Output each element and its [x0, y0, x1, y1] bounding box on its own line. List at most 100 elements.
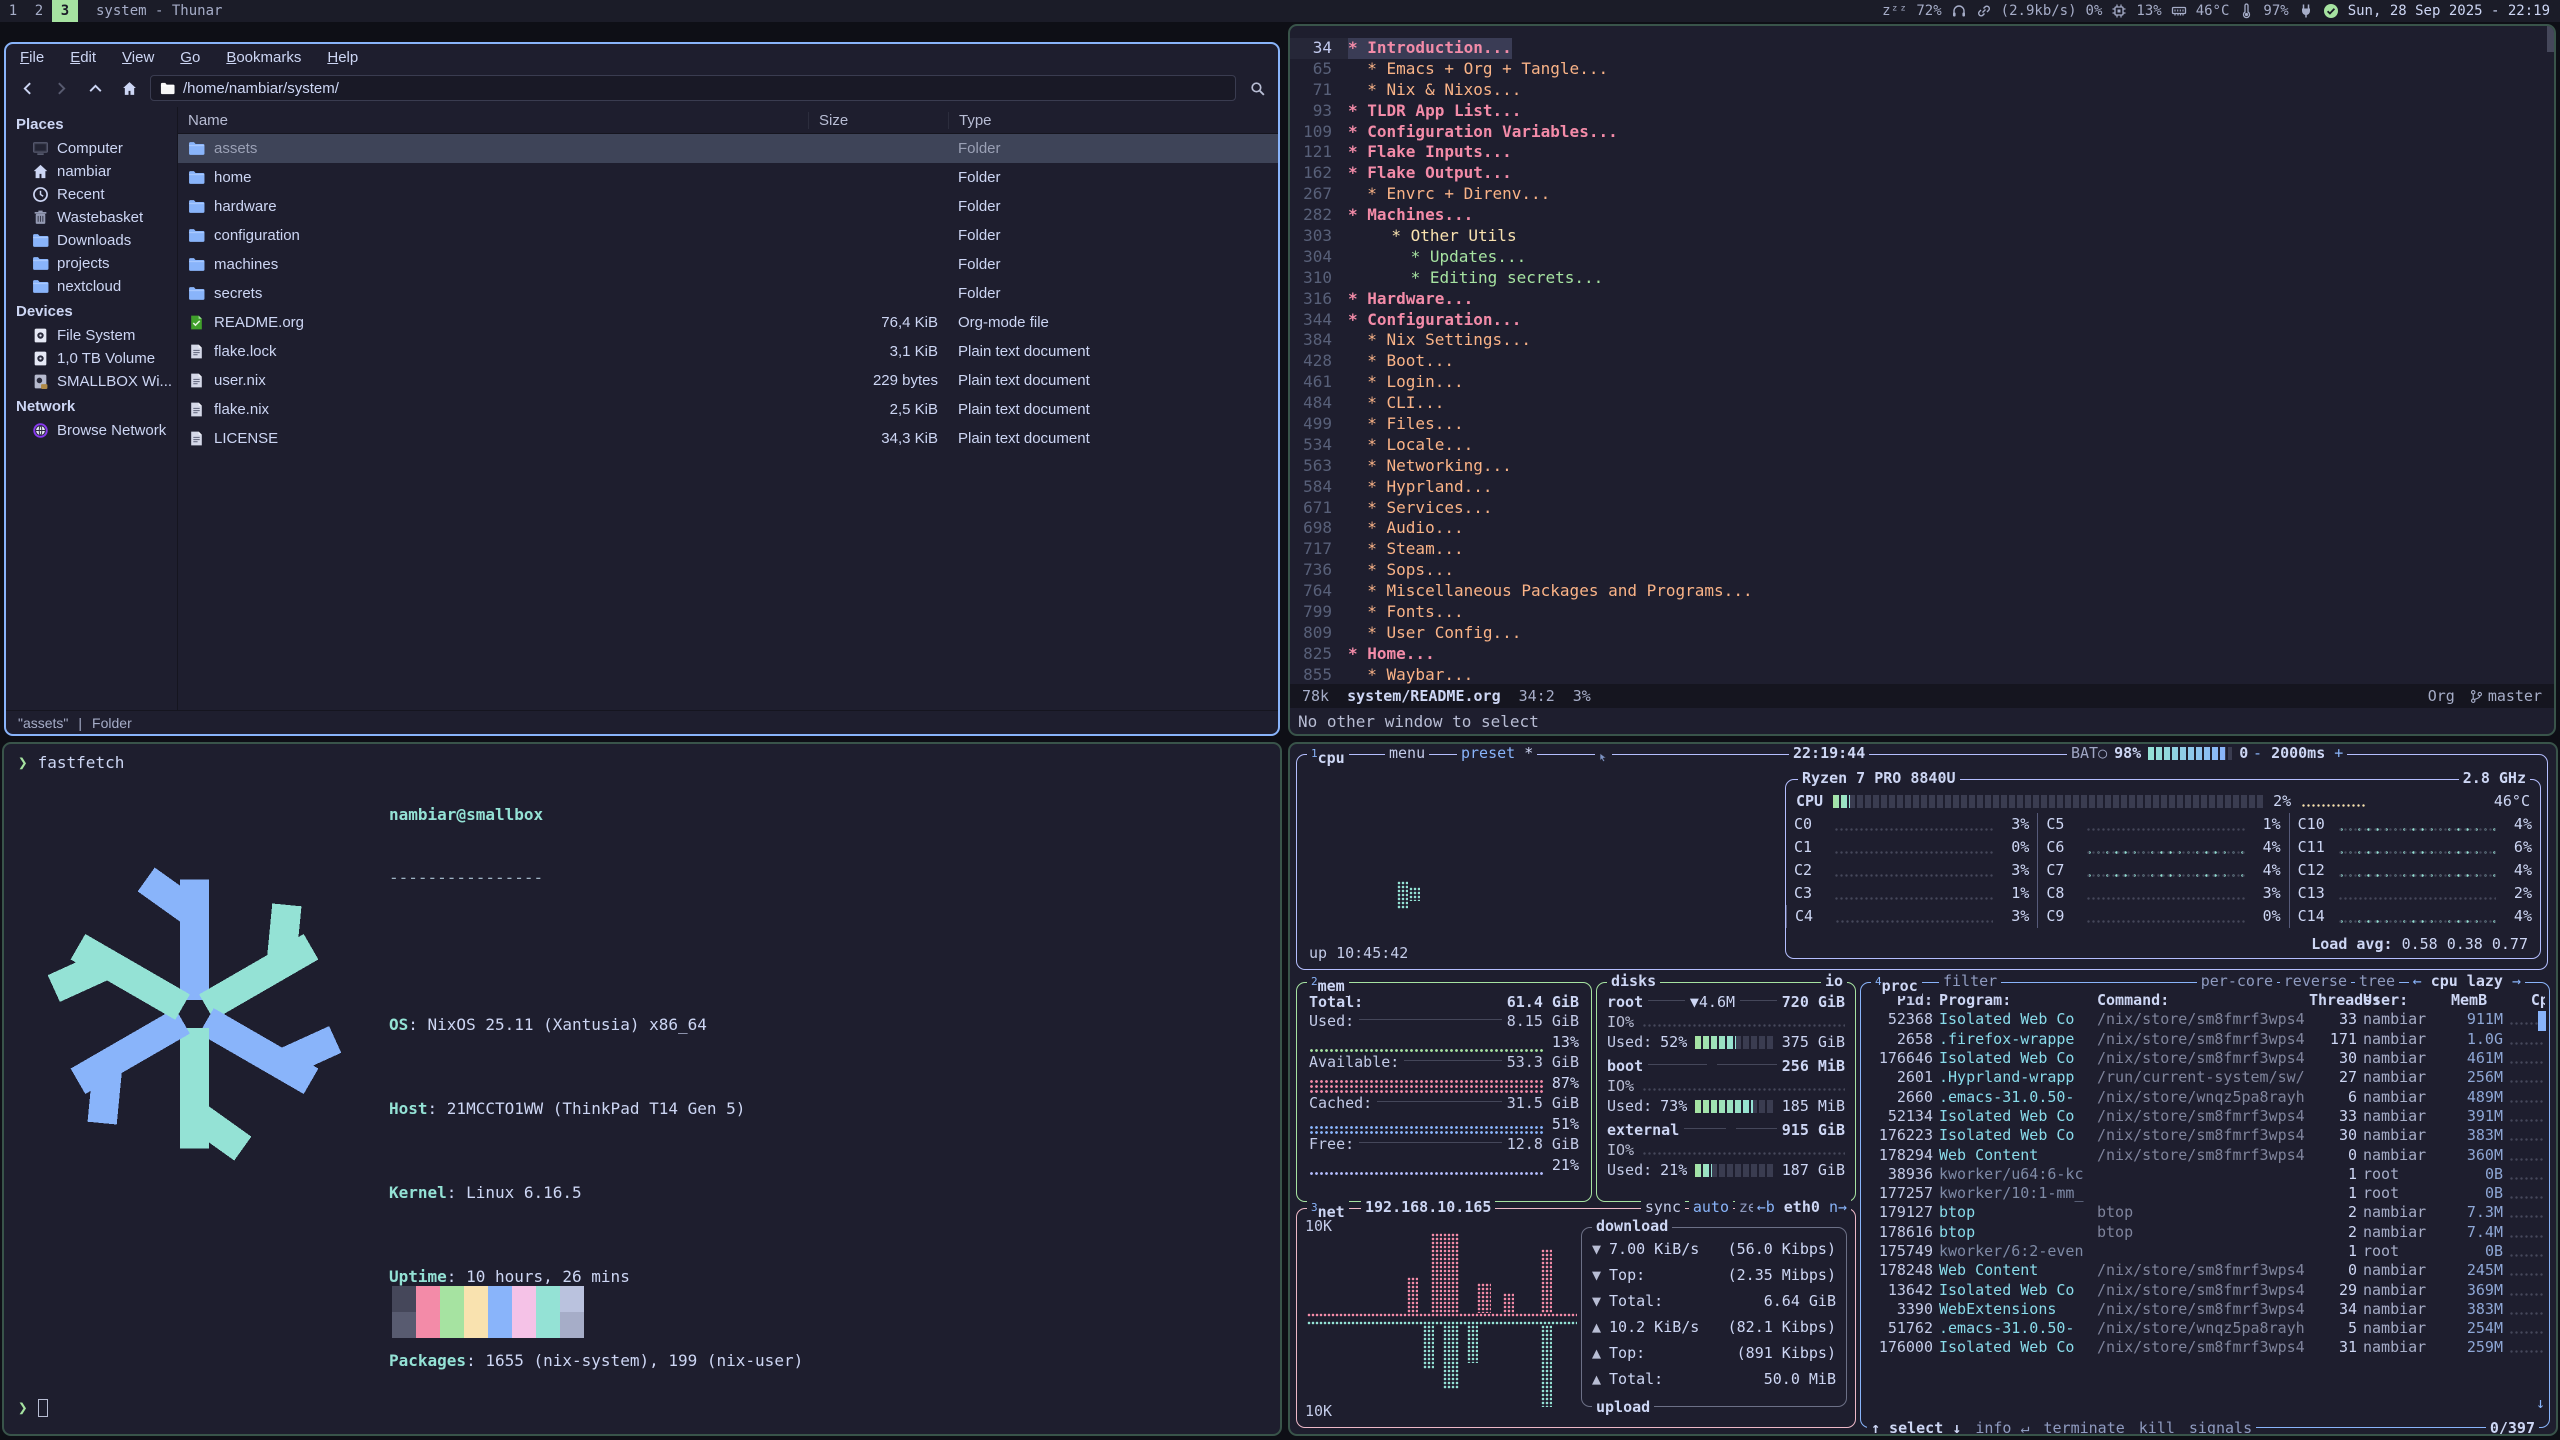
proc-tab[interactable]: 4proc [1871, 972, 1922, 996]
process-row[interactable]: 2660 .emacs-31.0.50- /nix/store/wnqz5pa8… [1869, 1087, 2545, 1106]
proc-user: nambiar [2363, 1223, 2445, 1242]
signals-button[interactable]: signals [2189, 1419, 2252, 1436]
process-row[interactable]: 2601 .Hyprland-wrapp /run/current-system… [1869, 1068, 2545, 1087]
net-interface-switch[interactable]: ←b eth0 n→ [1753, 1198, 1851, 1217]
sidebar-device-item[interactable]: File System [6, 324, 177, 347]
sort-selector[interactable]: ← cpu lazy → [2409, 972, 2525, 991]
file-row[interactable]: flake.nix 2,5 KiB Plain text document [178, 395, 1278, 424]
forward-button[interactable] [48, 75, 74, 101]
filter-button[interactable]: filter [1939, 972, 2001, 991]
process-row[interactable]: 3390 WebExtensions /nix/store/sm8fmrf3wp… [1869, 1300, 2545, 1319]
idle-inhibitor[interactable]: zᶻᶻ [1882, 3, 1907, 19]
io-mode-button[interactable]: io [1821, 972, 1847, 991]
sidebar-place-item[interactable]: Wastebasket [6, 206, 177, 229]
disks-title[interactable]: disks [1607, 972, 1660, 991]
place-icon [32, 278, 49, 295]
preset-button[interactable]: preset * [1457, 744, 1537, 763]
header-mem[interactable]: MemB [2451, 991, 2503, 1010]
menu-item[interactable]: Help [327, 49, 358, 66]
sidebar-place-item[interactable]: Recent [6, 183, 177, 206]
sidebar-place-item[interactable]: Downloads [6, 229, 177, 252]
workspace-button[interactable]: 2 [26, 0, 52, 22]
search-button[interactable] [1244, 75, 1270, 101]
sidebar-place-item[interactable]: Computer [6, 137, 177, 160]
menu-item[interactable]: File [20, 49, 44, 66]
process-row[interactable]: 176646 Isolated Web Co /nix/store/sm8fmr… [1869, 1049, 2545, 1068]
header-threads[interactable]: Threads: [2309, 991, 2357, 1010]
reverse-toggle[interactable]: reverse [2280, 972, 2351, 991]
process-row[interactable]: 179127 btop btop 2 nambiar 7.3M 0.0 [1869, 1203, 2545, 1222]
menu-item[interactable]: View [122, 49, 154, 66]
process-row[interactable]: 52368 Isolated Web Co /nix/store/sm8fmrf… [1869, 1010, 2545, 1029]
column-name[interactable]: Name [178, 112, 808, 129]
header-user[interactable]: User: [2363, 991, 2445, 1010]
disk-used-percent: 52% [1660, 1033, 1687, 1052]
sidebar-place-item[interactable]: projects [6, 252, 177, 275]
proc-mem-graph [2509, 1245, 2545, 1258]
net-sync-button[interactable]: sync [1641, 1198, 1685, 1217]
sidebar-place-item[interactable]: nextcloud [6, 275, 177, 298]
updates-ok-icon[interactable] [2323, 3, 2339, 19]
process-row[interactable]: 13642 Isolated Web Co /nix/store/sm8fmrf… [1869, 1280, 2545, 1299]
header-cpu[interactable]: Cpu% [2509, 991, 2545, 1010]
process-row[interactable]: 176000 Isolated Web Co /nix/store/sm8fmr… [1869, 1338, 2545, 1357]
palette-swatch [560, 1312, 584, 1338]
process-row[interactable]: 2658 .firefox-wrappe /nix/store/sm8fmrf3… [1869, 1030, 2545, 1049]
org-buffer[interactable]: 34 * Introduction... 65 * Emacs + Org + … [1290, 26, 2554, 686]
sidebar-network-item[interactable]: Browse Network [6, 419, 177, 442]
process-row[interactable]: 178248 Web Content /nix/store/sm8fmrf3wp… [1869, 1261, 2545, 1280]
proc-scrollbar[interactable] [2538, 1011, 2546, 1031]
kill-button[interactable]: kill [2139, 1419, 2175, 1436]
file-row[interactable]: LICENSE 34,3 KiB Plain text document [178, 424, 1278, 453]
clock-date[interactable]: Sun, 28 Sep 2025 - 22:19 [2348, 3, 2550, 19]
proc-mem: 0B [2451, 1242, 2503, 1261]
file-row[interactable]: machines Folder [178, 250, 1278, 279]
update-interval[interactable]: - 2000ms + [2249, 744, 2347, 763]
back-button[interactable] [14, 75, 40, 101]
workspace-button[interactable]: 1 [0, 0, 26, 22]
column-type[interactable]: Type [948, 112, 1278, 129]
header-command[interactable]: Command: [2097, 991, 2303, 1010]
file-row[interactable]: README.org 76,4 KiB Org-mode file [178, 308, 1278, 337]
path-field[interactable]: /home/nambiar/system/ [150, 75, 1236, 101]
menu-item[interactable]: Edit [70, 49, 96, 66]
process-row[interactable]: 175749 kworker/6:2-even 1 root 0B 0.0 [1869, 1242, 2545, 1261]
up-button[interactable] [82, 75, 108, 101]
process-row[interactable]: 52134 Isolated Web Co /nix/store/sm8fmrf… [1869, 1107, 2545, 1126]
file-row[interactable]: hardware Folder [178, 192, 1278, 221]
per-core-toggle[interactable]: per-core [2197, 972, 2277, 991]
file-row[interactable]: flake.lock 3,1 KiB Plain text document [178, 337, 1278, 366]
process-row[interactable]: 178294 Web Content /nix/store/sm8fmrf3wp… [1869, 1145, 2545, 1164]
proc-user: nambiar [2363, 1281, 2445, 1300]
process-row[interactable]: 176223 Isolated Web Co /nix/store/sm8fmr… [1869, 1126, 2545, 1145]
sidebar-device-item[interactable]: 1,0 TB Volume [6, 347, 177, 370]
menu-button[interactable]: menu [1385, 744, 1429, 763]
menu-item[interactable]: Bookmarks [226, 49, 301, 66]
menu-item[interactable]: Go [180, 49, 200, 66]
file-row[interactable]: secrets Folder [178, 279, 1278, 308]
column-size[interactable]: Size [808, 112, 948, 129]
home-button[interactable] [116, 75, 142, 101]
process-row[interactable]: 177257 kworker/10:1-mm_ 1 root 0B 0.0 [1869, 1184, 2545, 1203]
mem-tab[interactable]: 2mem [1307, 972, 1349, 996]
file-row[interactable]: assets Folder [178, 134, 1278, 163]
header-program[interactable]: Program: [1939, 991, 2091, 1010]
select-hint[interactable]: ↑ select ↓ [1871, 1419, 1961, 1436]
process-row[interactable]: 178616 btop btop 2 nambiar 7.4M 0.0 [1869, 1223, 2545, 1242]
terminate-button[interactable]: terminate [2044, 1419, 2125, 1436]
net-auto-button[interactable]: auto [1689, 1198, 1733, 1217]
info-button[interactable]: info ↵ [1975, 1419, 2029, 1436]
org-outline-line: 384 * Nix Settings... [1290, 330, 2554, 351]
workspace-button[interactable]: 3 [52, 0, 78, 22]
process-row[interactable]: 38936 kworker/u64:6-kc 1 root 0B 0.0 [1869, 1165, 2545, 1184]
file-row[interactable]: user.nix 229 bytes Plain text document [178, 366, 1278, 395]
empty-prompt[interactable]: ❯ [18, 1397, 48, 1418]
sidebar-device-item[interactable]: SMALLBOX Wi... [6, 370, 177, 393]
file-row[interactable]: configuration Folder [178, 221, 1278, 250]
emacs-scrollbar[interactable] [2547, 26, 2554, 52]
cpu-tab[interactable]: 1cpu [1307, 744, 1349, 768]
tree-toggle[interactable]: tree [2355, 972, 2399, 991]
sidebar-place-item[interactable]: nambiar [6, 160, 177, 183]
file-row[interactable]: home Folder [178, 163, 1278, 192]
process-row[interactable]: 51762 .emacs-31.0.50- /nix/store/wnqz5pa… [1869, 1319, 2545, 1338]
